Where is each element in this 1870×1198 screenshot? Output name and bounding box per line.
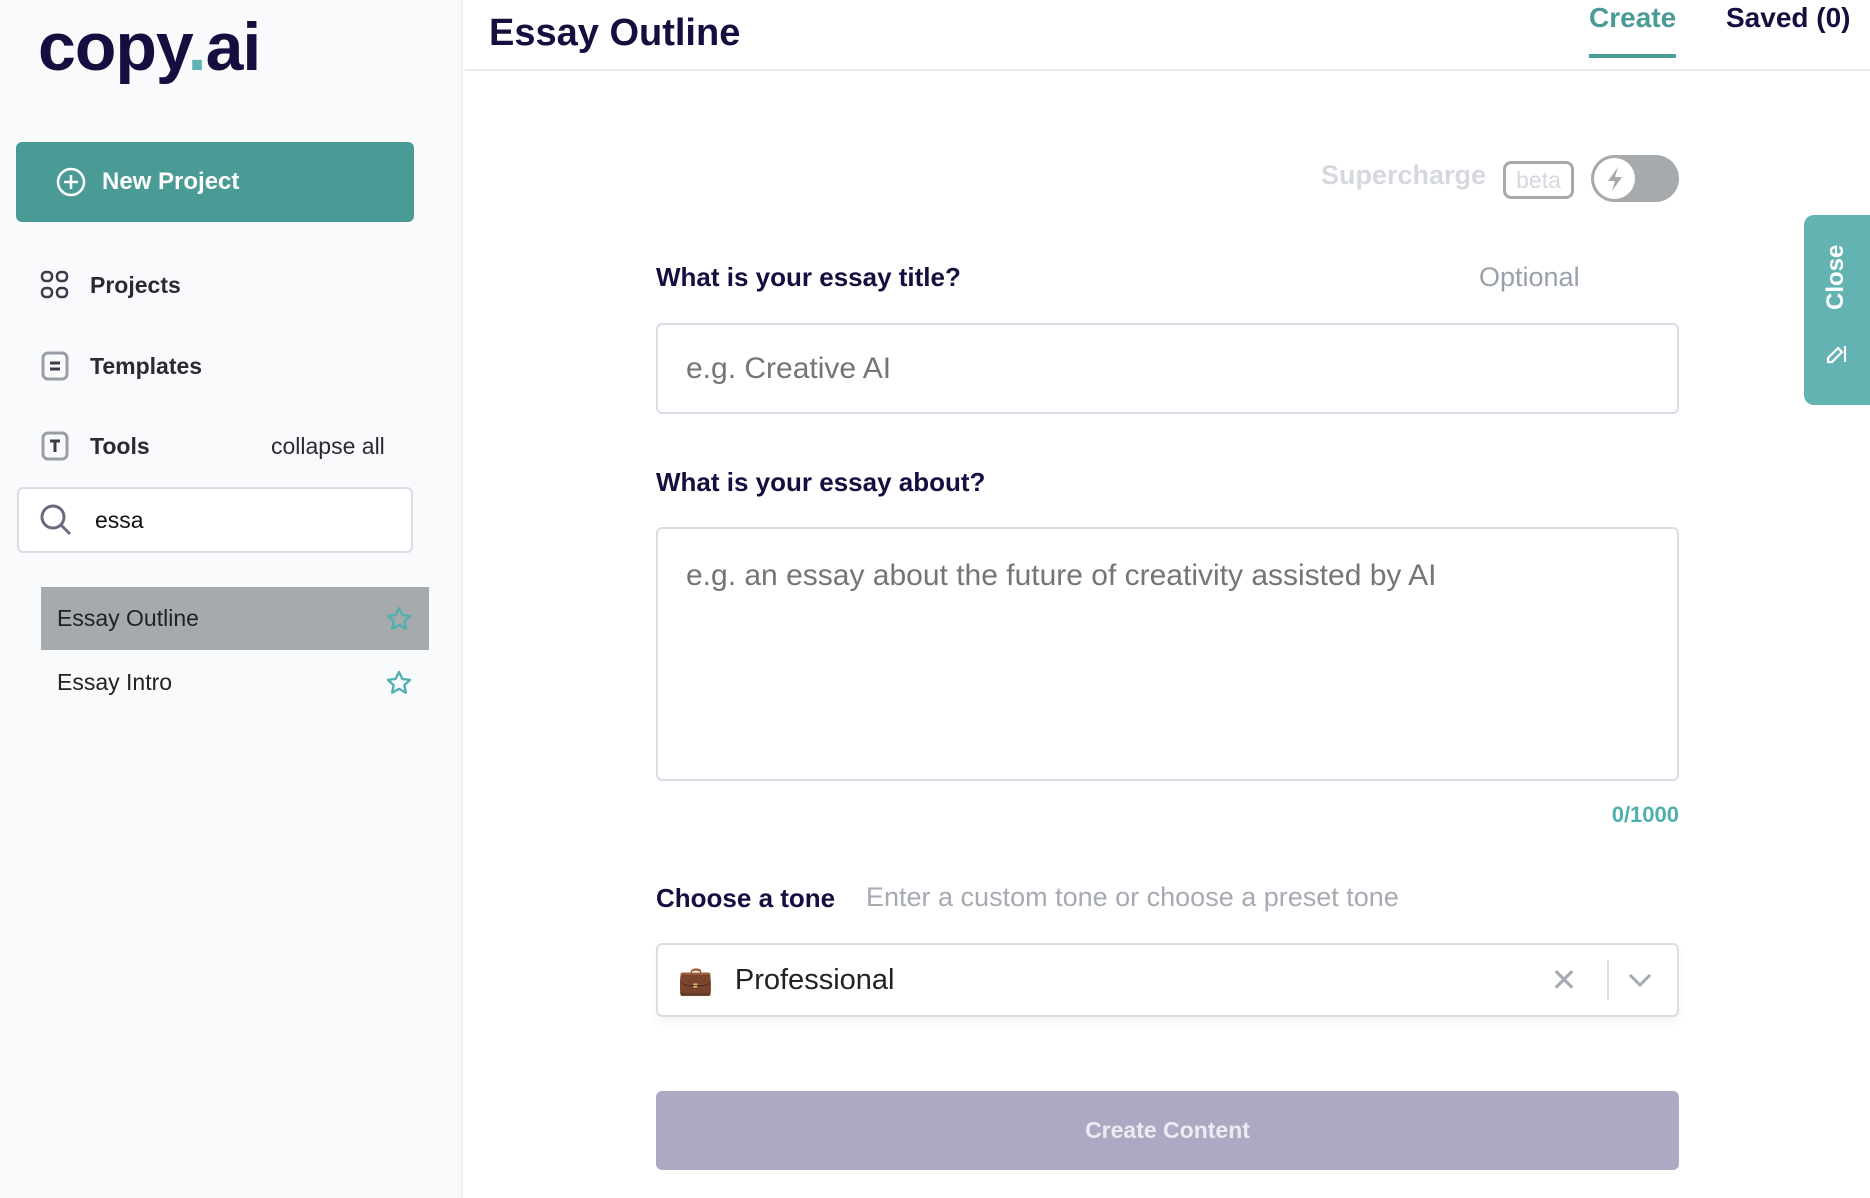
close-panel-tab[interactable]: Close [1804,215,1870,405]
supercharge-toggle[interactable] [1591,155,1679,202]
tool-item-essay-outline[interactable]: Essay Outline [41,587,429,650]
close-label: Close [1822,244,1849,310]
select-divider [1607,960,1609,1000]
nav-projects[interactable]: Projects [40,270,181,300]
nav-templates[interactable]: Templates [40,350,202,382]
nav-projects-label: Projects [90,271,181,298]
essay-about-textarea[interactable] [656,527,1679,781]
tools-icon [41,431,69,461]
character-count: 0/1000 [1611,802,1679,827]
search-input[interactable] [95,506,395,534]
sidebar: copy.ai New Project Projects Templates T… [0,0,463,1198]
supercharge-label: Supercharge [1320,160,1486,190]
collapse-all-link[interactable]: collapse all [271,433,385,460]
lightning-icon [1607,166,1622,191]
optional-label: Optional [1479,262,1580,292]
tone-label: Choose a tone [656,883,836,913]
search-icon [40,504,72,536]
tone-hint: Enter a custom tone or choose a preset t… [866,882,1399,912]
star-icon[interactable] [385,669,413,697]
copy-ai-logo[interactable]: copy.ai [38,8,262,86]
nav-templates-label: Templates [90,352,203,379]
briefcase-icon: 💼 [678,964,713,996]
beta-badge: beta [1503,161,1574,199]
page-title: Essay Outline [489,12,741,54]
tab-saved[interactable]: Saved (0) [1726,2,1851,34]
essay-title-label: What is your essay title? [656,262,961,292]
logo-dot: . [187,9,207,85]
tone-select[interactable]: 💼 Professional ✕ [656,943,1679,1017]
tool-item-essay-intro[interactable]: Essay Intro [41,651,429,714]
nav-tools[interactable]: Tools [40,430,150,462]
clear-icon[interactable]: ✕ [1539,961,1589,999]
tab-create[interactable]: Create [1589,2,1677,58]
star-icon[interactable] [385,605,413,633]
toggle-knob [1594,158,1635,199]
pencil-icon [1826,346,1847,364]
tool-search[interactable] [17,487,413,553]
tone-value: Professional [734,963,895,996]
new-project-button[interactable]: New Project [16,142,414,222]
tool-item-label: Essay Intro [57,669,173,695]
logo-text: copy [38,9,189,85]
create-content-button[interactable]: Create Content [656,1091,1679,1170]
tool-item-label: Essay Outline [57,605,199,631]
logo-suffix: ai [205,9,262,85]
template-icon [41,351,69,381]
grid-icon [40,270,69,299]
essay-about-label: What is your essay about? [656,467,986,497]
nav-tools-label: Tools [90,432,150,459]
chevron-down-icon[interactable] [1627,972,1653,988]
new-project-label: New Project [102,168,240,195]
essay-title-input[interactable] [656,323,1679,414]
plus-circle-icon [56,167,86,197]
